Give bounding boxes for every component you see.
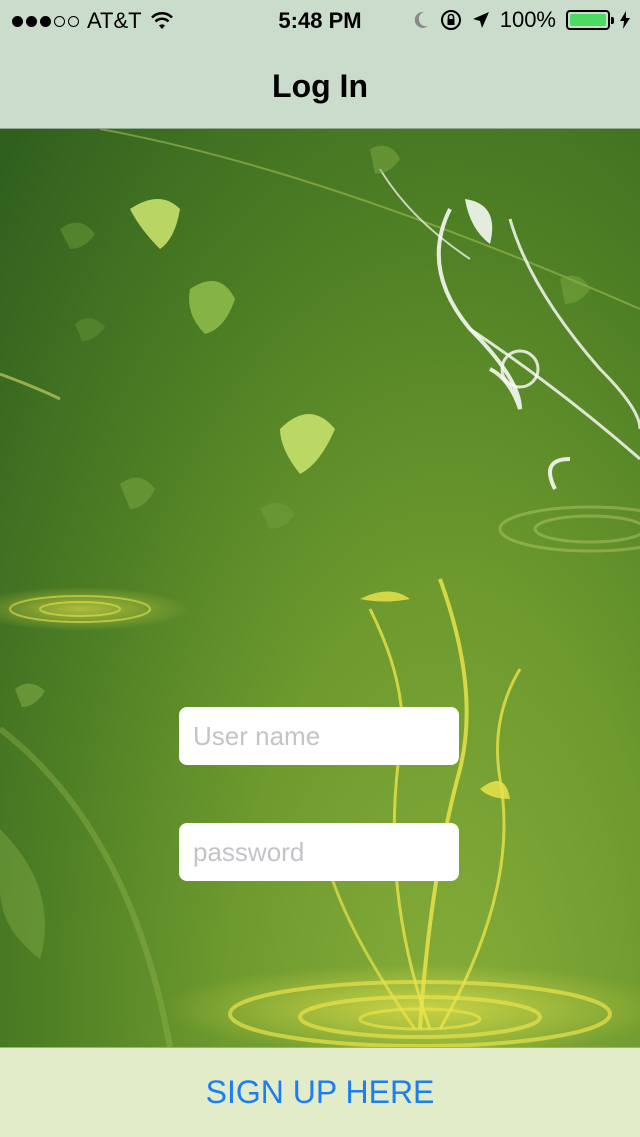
status-right: 100% — [412, 7, 630, 33]
moon-icon — [414, 11, 428, 28]
navigation-bar: Log In — [0, 40, 640, 129]
page-title: Log In — [272, 68, 368, 104]
sign-up-button[interactable]: SIGN UP HERE — [0, 1048, 640, 1137]
floral-artwork — [0, 129, 640, 1047]
charging-bolt-icon — [620, 11, 630, 29]
battery-icon — [566, 10, 614, 30]
orientation-lock-icon — [440, 10, 461, 30]
status-bar: AT&T 5:48 PM 100% — [0, 0, 640, 40]
password-input[interactable] — [179, 823, 459, 881]
username-input[interactable] — [179, 707, 459, 765]
background-image — [0, 129, 640, 1047]
location-arrow-icon — [472, 12, 489, 28]
battery-percent: 100% — [499, 7, 556, 32]
bottom-toolbar: SIGN UP HERE — [0, 1047, 640, 1137]
